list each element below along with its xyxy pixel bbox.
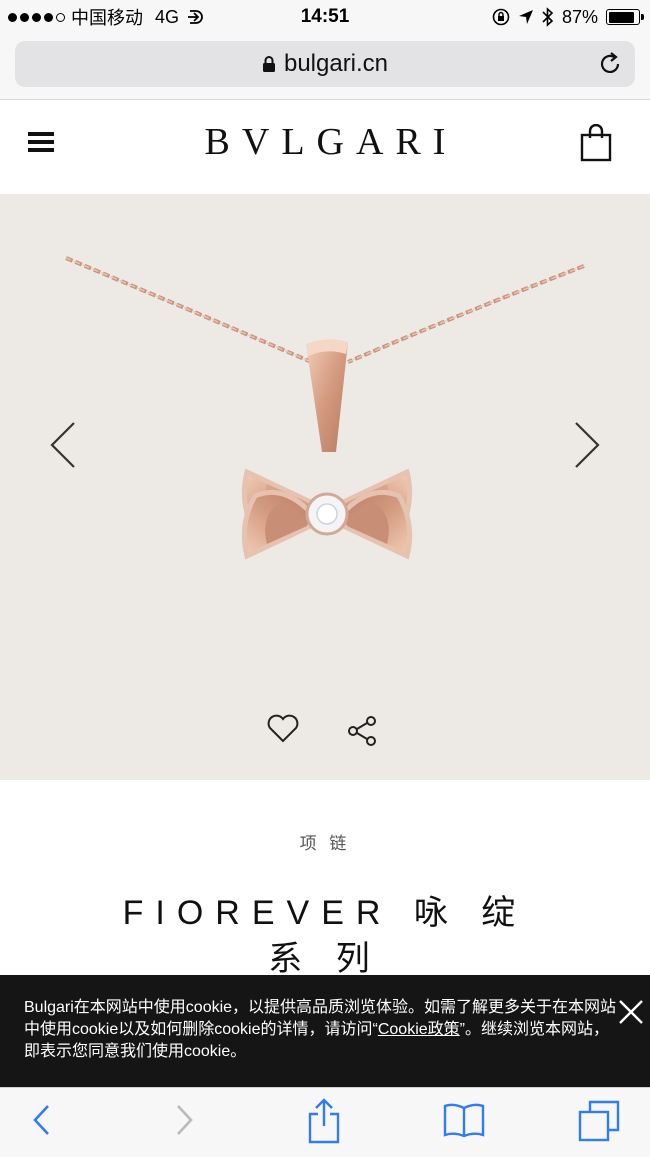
share-sheet-icon[interactable] [306, 1098, 342, 1144]
product-category: 项 链 [299, 834, 351, 853]
tabs-icon[interactable] [578, 1100, 620, 1142]
bluetooth-icon [542, 7, 554, 27]
orientation-lock-icon [492, 8, 510, 26]
brand-logo[interactable]: BVLGARI [0, 120, 650, 164]
battery-icon [606, 9, 644, 25]
forward-icon[interactable] [174, 1102, 196, 1138]
product-title: FIOREVER 咏 绽 系 列 [60, 890, 590, 982]
browser-address-area: bulgari.cn [0, 34, 650, 100]
cookie-banner: Bulgari在本网站中使用cookie，以提供高品质浏览体验。如需了解更多关于… [0, 975, 650, 1087]
product-gallery [0, 194, 650, 780]
back-icon[interactable] [30, 1102, 52, 1138]
shopping-bag-icon[interactable] [580, 124, 612, 162]
battery-percent: 87% [561, 6, 598, 27]
status-bar: 中国移动 4G 14:51 87% [0, 0, 650, 34]
previous-image-icon[interactable] [48, 420, 78, 470]
browser-toolbar [0, 1087, 650, 1157]
next-image-icon[interactable] [572, 420, 602, 470]
product-title-line-1: FIOREVER 咏 绽 [122, 894, 528, 932]
product-image[interactable] [0, 194, 650, 780]
reload-icon[interactable] [597, 51, 623, 77]
share-icon[interactable] [346, 714, 380, 748]
lock-icon [262, 56, 275, 72]
status-right: 87% [492, 5, 644, 29]
url-text: bulgari.cn [283, 50, 389, 77]
cookie-policy-link[interactable]: Cookie政策 [378, 1021, 460, 1038]
location-arrow-icon [518, 10, 533, 24]
close-icon[interactable] [618, 999, 644, 1025]
heart-wishlist-icon[interactable] [266, 714, 300, 744]
product-actions [0, 714, 650, 750]
cookie-message: Bulgari在本网站中使用cookie，以提供高品质浏览体验。如需了解更多关于… [24, 997, 624, 1063]
site-header: BVLGARI [0, 100, 650, 194]
bookmarks-icon[interactable] [442, 1102, 486, 1138]
address-bar[interactable]: bulgari.cn [15, 41, 635, 87]
